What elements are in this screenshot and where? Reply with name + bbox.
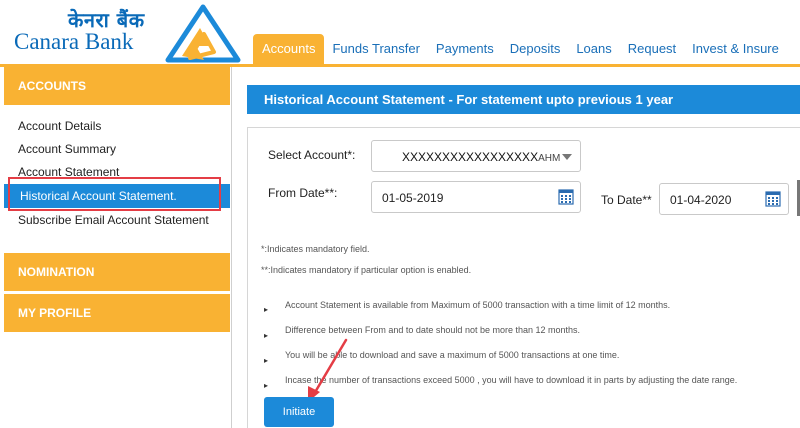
canara-bank-page: केनरा बैंक Canara Bank Accounts Funds Tr… xyxy=(0,0,800,428)
info-bullet-2: Difference between From and to date shou… xyxy=(285,325,581,335)
canara-bank-logo[interactable]: केनरा बैंक Canara Bank xyxy=(10,4,242,64)
bullet-icon: ▸ xyxy=(264,381,269,390)
select-account-label: Select Account*: xyxy=(268,148,356,162)
logo-english-text: Canara Bank xyxy=(14,29,134,54)
select-account-dropdown[interactable]: XXXXXXXXXXXXXXXXXAHM xyxy=(371,140,581,172)
page-title: Historical Account Statement - For state… xyxy=(264,92,674,107)
to-date-label: To Date** xyxy=(601,193,652,207)
annotation-arrow-icon xyxy=(308,338,348,402)
initiate-button[interactable]: Initiate xyxy=(264,397,334,427)
to-date-input[interactable]: 01-04-2020 xyxy=(659,183,789,215)
bullet-icon: ▸ xyxy=(264,305,269,314)
sidebar-item-subscribe-email[interactable]: Subscribe Email Account Statement xyxy=(18,213,209,227)
main-nav: Accounts Funds Transfer Payments Deposit… xyxy=(253,34,787,64)
page-title-bar: Historical Account Statement - For state… xyxy=(247,85,800,114)
sidebar-item-account-details[interactable]: Account Details xyxy=(18,119,101,133)
calendar-icon[interactable] xyxy=(765,191,781,207)
sidebar-header-accounts[interactable]: ACCOUNTS xyxy=(4,67,230,105)
sidebar-header-my-profile-label: MY PROFILE xyxy=(18,306,92,320)
bullet-icon: ▸ xyxy=(264,356,269,365)
info-bullet-1: Account Statement is available from Maxi… xyxy=(285,300,671,310)
info-bullet-4: Incase the number of transactions exceed… xyxy=(285,375,738,385)
select-account-value: XXXXXXXXXXXXXXXXXAHM xyxy=(402,150,560,164)
from-date-input[interactable]: 01-05-2019 xyxy=(371,181,581,213)
highlight-annotation-box xyxy=(8,177,221,211)
calendar-icon[interactable] xyxy=(558,189,574,205)
logo-triangle-icon xyxy=(165,4,241,63)
nav-deposits[interactable]: Deposits xyxy=(502,34,569,64)
account-branch-suffix: AHM xyxy=(538,153,561,164)
mandatory-note: *:Indicates mandatory field. xyxy=(261,244,370,254)
from-date-value: 01-05-2019 xyxy=(382,191,444,205)
sidebar: ACCOUNTS Account Details Account Summary… xyxy=(0,67,232,428)
from-date-label: From Date**: xyxy=(268,186,338,200)
nav-request[interactable]: Request xyxy=(620,34,684,64)
bullet-icon: ▸ xyxy=(264,331,269,340)
to-date-value: 01-04-2020 xyxy=(670,193,732,207)
account-number-masked: XXXXXXXXXXXXXXXXX xyxy=(402,150,539,164)
sidebar-header-nomination[interactable]: NOMINATION xyxy=(4,253,230,291)
nav-accounts[interactable]: Accounts xyxy=(253,34,325,64)
nav-payments[interactable]: Payments xyxy=(428,34,502,64)
nav-loans[interactable]: Loans xyxy=(568,34,619,64)
sidebar-header-accounts-label: ACCOUNTS xyxy=(18,79,86,93)
nav-invest-insure[interactable]: Invest & Insure xyxy=(684,34,787,64)
chevron-down-icon xyxy=(562,154,572,160)
sidebar-header-nomination-label: NOMINATION xyxy=(18,265,95,279)
sidebar-header-my-profile[interactable]: MY PROFILE xyxy=(4,294,230,332)
conditional-mandatory-note: **:Indicates mandatory if particular opt… xyxy=(261,265,472,275)
sidebar-item-account-summary[interactable]: Account Summary xyxy=(18,142,116,156)
nav-funds-transfer[interactable]: Funds Transfer xyxy=(324,34,427,64)
